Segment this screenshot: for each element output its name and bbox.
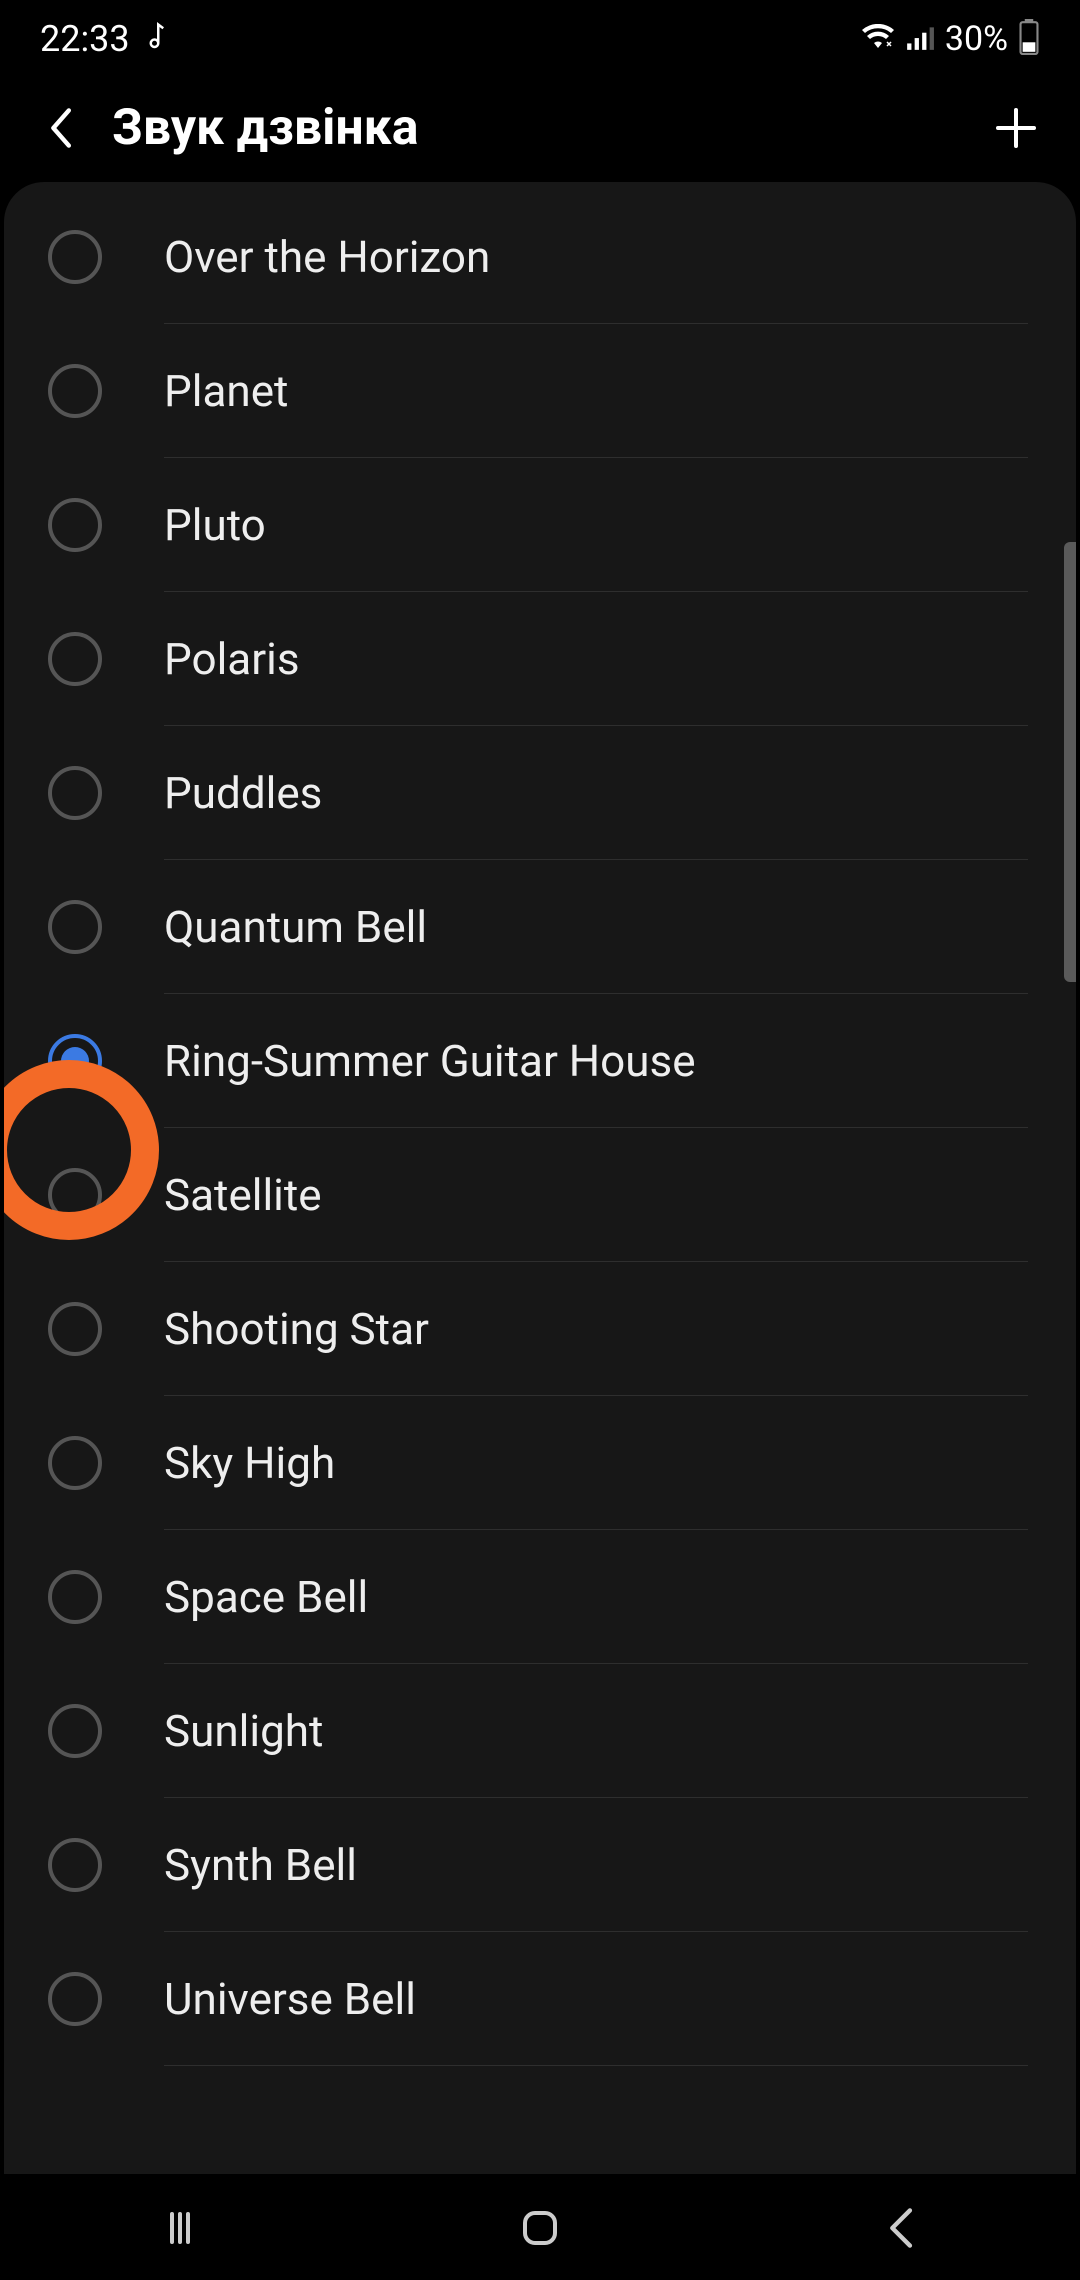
radio-button[interactable] (48, 1838, 102, 1892)
ringtone-label: Pluto (164, 499, 266, 551)
back-button[interactable] (36, 104, 84, 152)
ringtone-label: Polaris (164, 633, 300, 685)
content: Over the Horizon Planet Pluto Polaris Puddle… (4, 182, 1076, 2174)
status-right: 30% (861, 19, 1040, 59)
ringtone-label: Planet (164, 365, 288, 417)
divider (164, 2065, 1028, 2066)
ringtone-row[interactable]: Polaris (4, 592, 1076, 726)
radio-button[interactable] (48, 1034, 102, 1088)
radio-inner (61, 1047, 89, 1075)
ringtone-row[interactable]: Pluto (4, 458, 1076, 592)
radio-button[interactable] (48, 1302, 102, 1356)
status-time: 22:33 (40, 18, 130, 60)
ringtone-label: Ring-Summer Guitar House (164, 1035, 696, 1087)
wifi-icon (861, 24, 895, 54)
radio-button[interactable] (48, 230, 102, 284)
battery-text: 30% (945, 19, 1008, 59)
ringtone-row[interactable]: Satellite (4, 1128, 1076, 1262)
ringtone-label: Space Bell (164, 1571, 368, 1623)
ringtone-list[interactable]: Over the Horizon Planet Pluto Polaris Puddle… (4, 182, 1076, 2066)
ringtone-row[interactable]: Sky High (4, 1396, 1076, 1530)
ringtone-row[interactable]: Planet (4, 324, 1076, 458)
navigation-bar (0, 2175, 1080, 2280)
radio-button[interactable] (48, 1570, 102, 1624)
radio-button[interactable] (48, 1704, 102, 1758)
nav-home[interactable] (500, 2188, 580, 2268)
ringtone-row[interactable]: Space Bell (4, 1530, 1076, 1664)
app-bar: Звук дзвінка (0, 78, 1080, 178)
ringtone-label: Sky High (164, 1437, 335, 1489)
ringtone-row[interactable]: Shooting Star (4, 1262, 1076, 1396)
ringtone-label: Quantum Bell (164, 901, 427, 953)
ringtone-label: Puddles (164, 767, 322, 819)
ringtone-row[interactable]: Sunlight (4, 1664, 1076, 1798)
page-title: Звук дзвінка (112, 99, 988, 157)
add-button[interactable] (988, 100, 1044, 156)
radio-button[interactable] (48, 1972, 102, 2026)
ringtone-row[interactable]: Universe Bell (4, 1932, 1076, 2066)
scroll-indicator[interactable] (1064, 542, 1076, 982)
status-left: 22:33 (40, 18, 170, 60)
ringtone-row[interactable]: Over the Horizon (4, 190, 1076, 324)
ringtone-label: Shooting Star (164, 1303, 429, 1355)
radio-button[interactable] (48, 900, 102, 954)
ringtone-label: Sunlight (164, 1705, 323, 1757)
radio-button[interactable] (48, 632, 102, 686)
radio-button[interactable] (48, 498, 102, 552)
radio-button[interactable] (48, 1168, 102, 1222)
signal-icon (905, 24, 935, 54)
radio-button[interactable] (48, 766, 102, 820)
nav-recents[interactable] (140, 2188, 220, 2268)
ringtone-row[interactable]: Quantum Bell (4, 860, 1076, 994)
battery-icon (1018, 19, 1040, 59)
nav-back[interactable] (860, 2188, 940, 2268)
radio-button[interactable] (48, 364, 102, 418)
radio-button[interactable] (48, 1436, 102, 1490)
ringtone-row[interactable]: Puddles (4, 726, 1076, 860)
ringtone-label: Satellite (164, 1169, 322, 1221)
ringtone-label: Synth Bell (164, 1839, 357, 1891)
ringtone-label: Universe Bell (164, 1973, 416, 2025)
ringtone-label: Over the Horizon (164, 231, 490, 283)
music-icon (144, 22, 170, 56)
status-bar: 22:33 30% (0, 0, 1080, 78)
ringtone-row[interactable]: Ring-Summer Guitar House (4, 994, 1076, 1128)
ringtone-row[interactable]: Synth Bell (4, 1798, 1076, 1932)
